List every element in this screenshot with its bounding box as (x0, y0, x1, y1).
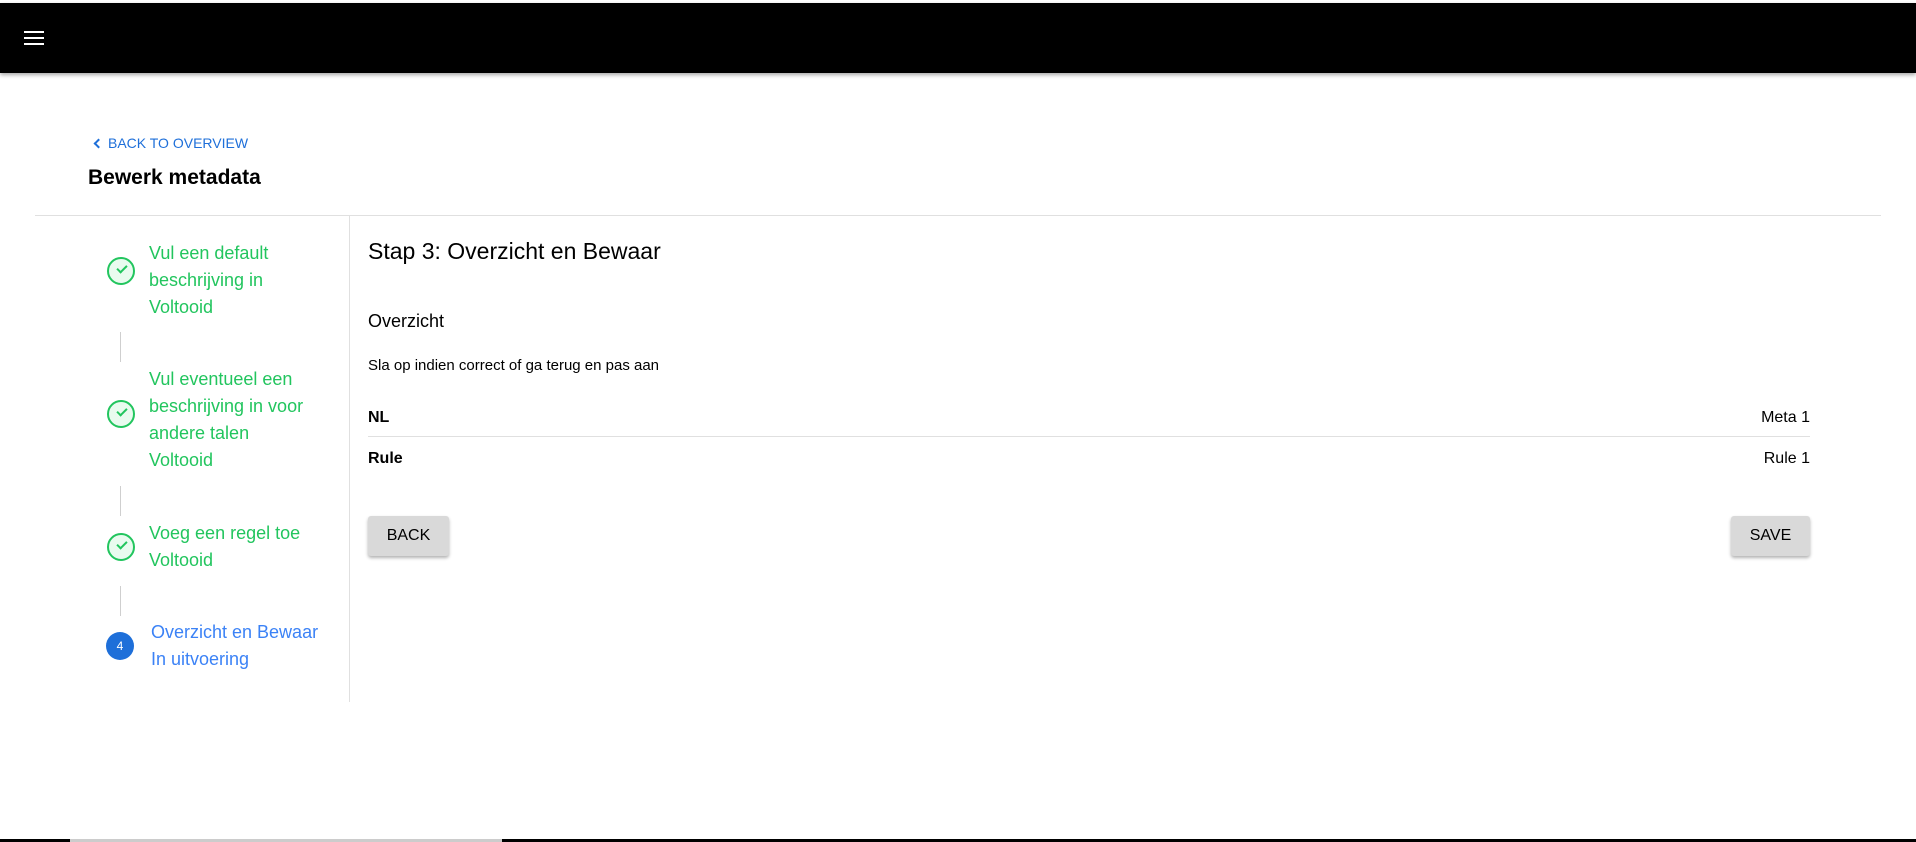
check-circle-icon (107, 533, 135, 561)
back-to-overview-label: BACK TO OVERVIEW (108, 135, 249, 151)
page-title: Bewerk metadata (88, 166, 261, 189)
stepper: Vul een default beschrijving in Voltooid… (35, 216, 350, 702)
step-1-title-line-1: Vul een default (149, 243, 269, 263)
step-connector (120, 332, 121, 362)
check-circle-icon (107, 400, 135, 428)
summary-row-key: Rule (368, 450, 403, 467)
step-2-status: Voltooid (149, 450, 214, 470)
summary-row: NL Meta 1 (368, 397, 1810, 437)
step-4-title-line-1: Overzicht en Bewaar (151, 622, 319, 642)
back-button[interactable]: BACK (368, 516, 449, 556)
step-2-title-line-2: beschrijving in voor (149, 396, 304, 416)
app-header (0, 3, 1916, 73)
step-1-title-line-2: beschrijving in (149, 270, 264, 290)
back-to-overview-link[interactable]: BACK TO OVERVIEW (93, 135, 248, 151)
step-2-title-line-3: andere talen (149, 423, 250, 443)
step-3-title-line-1: Voeg een regel toe (149, 523, 301, 543)
step-connector (120, 486, 121, 516)
summary-row-key: NL (368, 409, 390, 426)
step-content-title: Stap 3: Overzicht en Bewaar (368, 238, 661, 264)
save-button[interactable]: SAVE (1731, 516, 1810, 556)
chevron-left-icon (93, 138, 104, 148)
step-connector (120, 586, 121, 616)
summary-row-value: Meta 1 (1761, 409, 1810, 426)
step-number-badge: 4 (106, 632, 134, 660)
step-4-status: In uitvoering (151, 649, 250, 669)
step-2-title-line-1: Vul eventueel een (149, 369, 293, 389)
check-circle-icon (107, 257, 135, 285)
overview-heading: Overzicht (368, 311, 445, 331)
summary-row-value: Rule 1 (1763, 450, 1810, 467)
summary-row: Rule Rule 1 (368, 438, 1810, 478)
step-3-status: Voltooid (149, 550, 214, 570)
step-1-status: Voltooid (149, 297, 214, 317)
hamburger-menu-icon[interactable] (24, 30, 44, 46)
overview-description: Sla op indien correct of ga terug en pas… (368, 357, 660, 374)
